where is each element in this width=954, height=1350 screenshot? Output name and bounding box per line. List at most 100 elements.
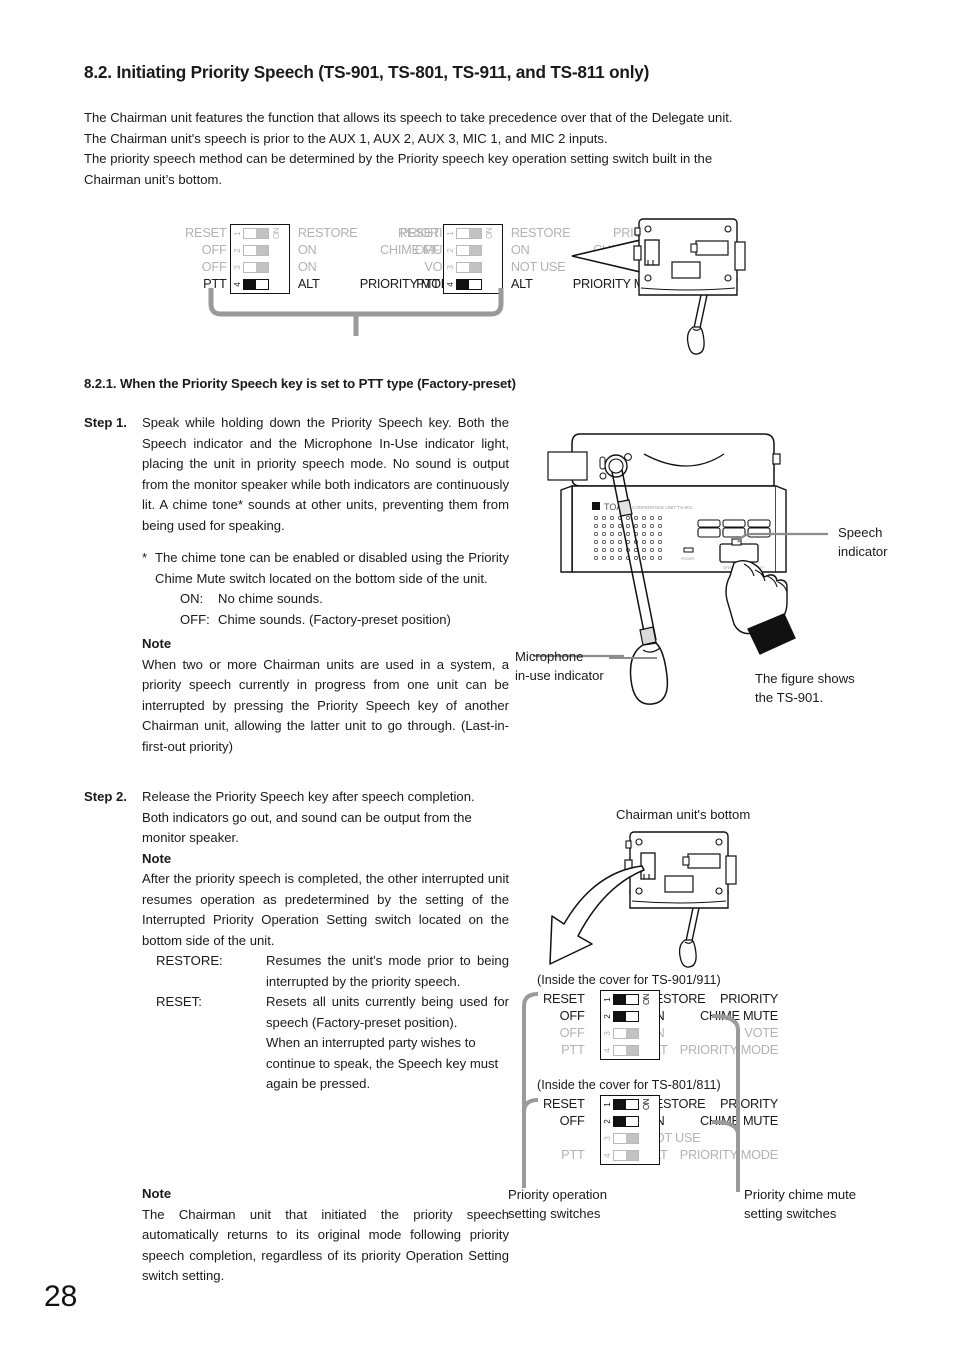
dip-left-label-1: RESET: [397, 225, 440, 240]
dip-num-1: 1: [233, 231, 242, 236]
dip-num-1: 1: [603, 1102, 612, 1107]
dip-num-2: 2: [233, 248, 242, 253]
dip-column-801-top[interactable]: 1 ON 2 3 4: [443, 224, 503, 294]
dip-cell-1[interactable]: 1 ON: [444, 225, 502, 242]
dip-cell-2[interactable]: 2: [601, 1113, 659, 1130]
dip-toggle-1[interactable]: [613, 1099, 639, 1110]
priority-chime-mute-bracket: [711, 1014, 740, 1192]
definition-restore-key: RESTORE:: [156, 953, 223, 968]
dip-num-3: 3: [603, 1031, 612, 1036]
chime-off-row: OFF: Chime sounds. (Factory-preset positi…: [180, 610, 509, 631]
dip-on-label-1: ON: [642, 994, 651, 1005]
intro-line-1: The Chairman unit features the function …: [84, 110, 733, 125]
step-2-label: Step 2.: [84, 789, 127, 804]
dip-cell-4[interactable]: 4: [601, 1147, 659, 1164]
step-2-note-heading: Note: [142, 850, 172, 866]
dip-toggle-2[interactable]: [613, 1116, 639, 1127]
final-note-body: The Chairman unit that initiated the pri…: [142, 1206, 509, 1284]
dip-on-label-1: ON: [272, 228, 281, 239]
subsection-title: 8.2.1. When the Priority Speech key is s…: [84, 376, 516, 391]
speech-indicator-label: Speech indicator: [838, 525, 888, 559]
intro-line-2: The Chairman unit's speech is prior to t…: [84, 130, 608, 146]
dip-toggle-4[interactable]: [613, 1045, 639, 1056]
dip-num-3: 3: [603, 1136, 612, 1141]
speech-key: [719, 543, 759, 563]
definition-restore: RESTORE: Resumes the unit's mode prior t…: [156, 951, 509, 992]
step-1-footnote: * The chime tone can be enabled or disab…: [142, 548, 509, 589]
chairman-unit-bottom-illustration: [549, 831, 737, 968]
final-note-heading: Note: [142, 1186, 172, 1201]
page-title: 8.2. Initiating Priority Speech (TS-901,…: [84, 62, 650, 82]
dip-column-801-bottom[interactable]: 1 ON 2 3 4: [600, 1095, 660, 1165]
step-2-block: Step 2. Release the Priority Speech key …: [84, 787, 509, 1095]
dip-left-label-2: OFF: [414, 242, 440, 257]
step-1: Step 1. Speak while holding down the Pri…: [84, 413, 509, 536]
cover-caption-901: (Inside the cover for TS-901/911): [537, 973, 721, 987]
chime-on-key: ON:: [180, 591, 204, 606]
dip-num-4: 4: [603, 1153, 612, 1158]
dip-cell-3[interactable]: 3: [601, 1130, 659, 1147]
step-2-body-line-1: Release the Priority Speech key after sp…: [142, 789, 475, 804]
definition-reset-extra: When an interrupted party wishes to cont…: [156, 1033, 509, 1095]
dip-cell-3[interactable]: 3: [444, 259, 502, 276]
dip-cell-2[interactable]: 2: [601, 1008, 659, 1025]
dip-num-2: 2: [603, 1014, 612, 1019]
dip-left-label-2: OFF: [201, 242, 227, 257]
dip-left-label-1: RESET: [184, 225, 227, 240]
bottom-figure-title: Chairman unit's bottom: [616, 807, 751, 822]
dip-toggle-1[interactable]: [456, 228, 482, 239]
dip-toggle-3[interactable]: [613, 1028, 639, 1039]
step-2-note: Note After the priority speech is comple…: [142, 849, 509, 1095]
dip-left-label-3: OFF: [201, 259, 227, 274]
intro-line-3: The priority speech method can be determ…: [84, 151, 713, 167]
dip-toggle-3[interactable]: [613, 1133, 639, 1144]
step-2-note-body: After the priority speech is completed, …: [142, 871, 509, 948]
cover-caption-801: (Inside the cover for TS-801/811): [537, 1078, 721, 1092]
dip-cell-1[interactable]: 1 ON: [601, 991, 659, 1008]
definition-restore-value: Resumes the unit's mode prior to being i…: [266, 953, 509, 989]
ts901-illustration: TOA CONFERENCE UNIT TS-901 POWER SPEECH: [533, 433, 828, 705]
step-2: Step 2. Release the Priority Speech key …: [84, 787, 509, 849]
dip-toggle-2[interactable]: [243, 245, 269, 256]
dip-toggle-1[interactable]: [243, 228, 269, 239]
svg-text:POWER: POWER: [681, 557, 695, 561]
dip-cell-2[interactable]: 2: [231, 242, 289, 259]
dip-cell-1[interactable]: 1 ON: [231, 225, 289, 242]
dip-on-label-1: ON: [642, 1099, 651, 1110]
dip-toggle-2[interactable]: [613, 1011, 639, 1022]
dip-num-3: 3: [446, 265, 455, 270]
mic-in-use-indicator-label: Microphone in-use indicator: [515, 649, 604, 683]
chime-on-value: No chime sounds.: [218, 591, 323, 606]
step-1-body: Speak while holding down the Priority Sp…: [142, 415, 509, 533]
definition-reset: RESET: Resets all units currently being …: [156, 992, 509, 1033]
chime-off-value: Chime sounds. (Factory-preset position): [218, 611, 451, 627]
dip-toggle-3[interactable]: [243, 262, 269, 273]
step-2-body-line-2: Both indicators go out, and sound can be…: [142, 809, 472, 846]
dip-num-1: 1: [603, 997, 612, 1002]
final-note: Note The Chairman unit that initiated th…: [142, 1184, 509, 1287]
mic-leader-line: [609, 657, 657, 659]
figure-caption: The figure shows the TS-901.: [755, 671, 855, 705]
dip-cell-2[interactable]: 2: [444, 242, 502, 259]
dip-cell-1[interactable]: 1 ON: [601, 1096, 659, 1113]
mic-in-use-ring: [617, 499, 633, 517]
dip-column-901-bottom[interactable]: 1 ON 2 3 4: [600, 990, 660, 1060]
dip-toggle-3[interactable]: [456, 262, 482, 273]
manual-page: 8.2. Initiating Priority Speech (TS-901,…: [0, 0, 954, 1350]
chairman-unit-bottom-illustration-top: [571, 218, 746, 355]
dip-column-901-top[interactable]: 1 ON 2 3 4: [230, 224, 290, 294]
step-1-label: Step 1.: [84, 415, 127, 430]
svg-text:CONFERENCE UNIT TS-901: CONFERENCE UNIT TS-901: [632, 505, 693, 510]
intro-paragraph: The Chairman unit features the function …: [84, 108, 874, 190]
dip-toggle-2[interactable]: [456, 245, 482, 256]
dip-num-4: 4: [603, 1048, 612, 1053]
dip-cell-3[interactable]: 3: [231, 259, 289, 276]
definition-reset-key: RESET:: [156, 994, 202, 1009]
dip-cell-4[interactable]: 4: [601, 1042, 659, 1059]
step-1-note-heading: Note: [142, 636, 172, 651]
dip-toggle-4[interactable]: [613, 1150, 639, 1161]
dip-toggle-1[interactable]: [613, 994, 639, 1005]
intro-line-4: Chairman unit’s bottom.: [84, 171, 223, 187]
dip-num-2: 2: [446, 248, 455, 253]
dip-cell-3[interactable]: 3: [601, 1025, 659, 1042]
